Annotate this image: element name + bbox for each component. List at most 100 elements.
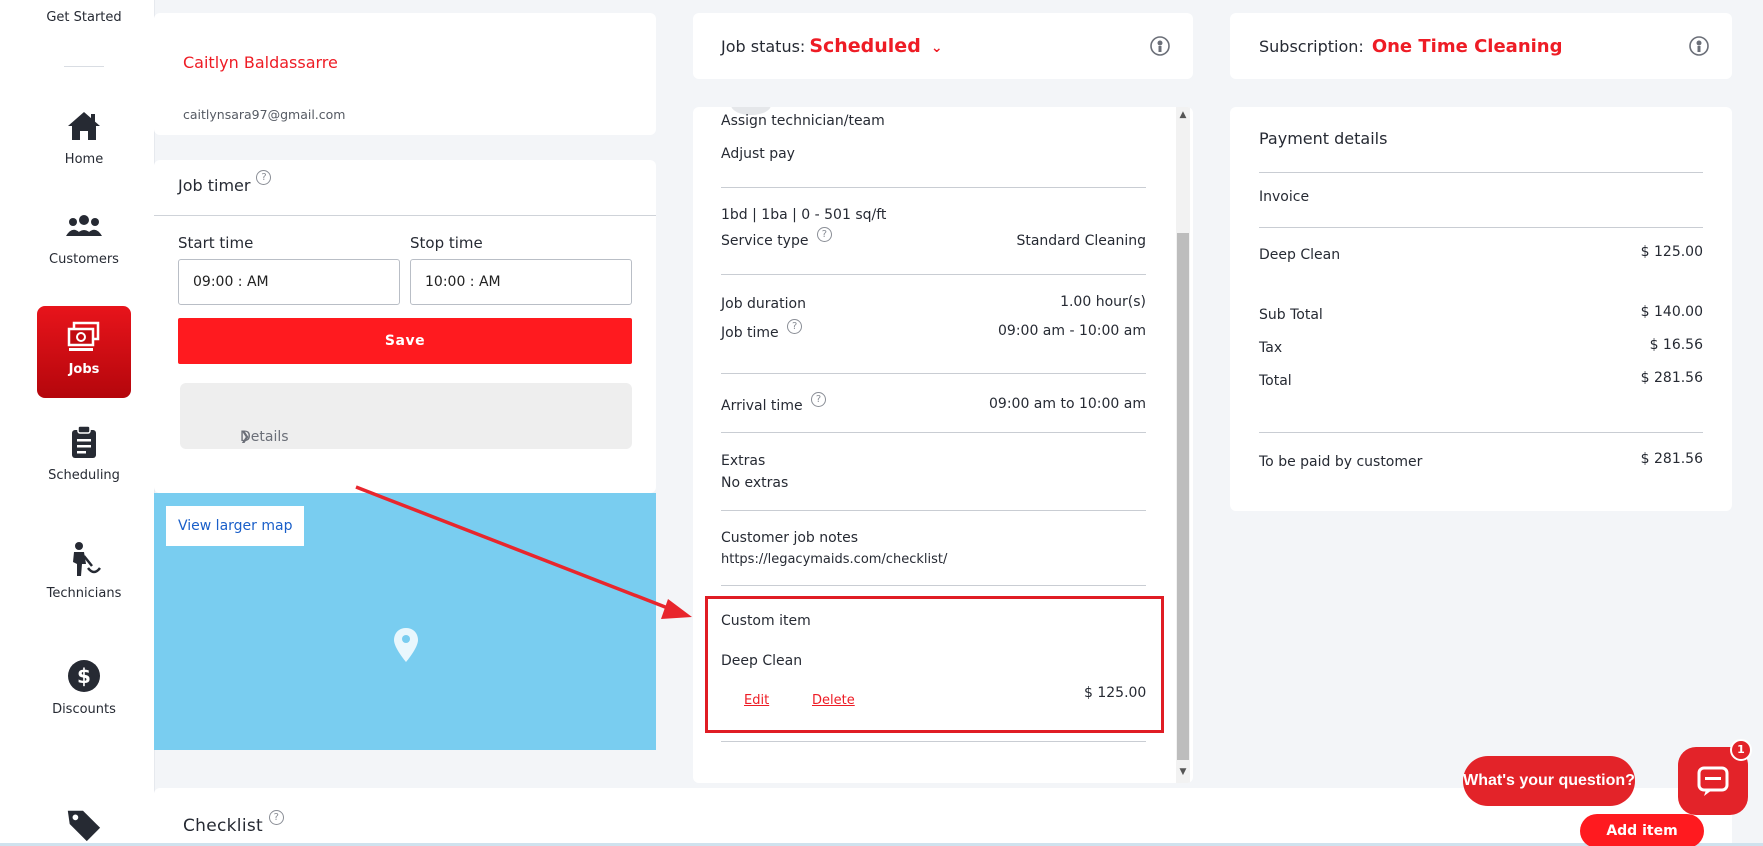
sidebar-item-label: Technicians	[46, 586, 122, 601]
home-icon	[68, 112, 100, 140]
checklist-title: Checklist?	[183, 810, 284, 836]
assign-technician-link[interactable]: Assign technician/team	[721, 113, 885, 129]
arrival-time-value: 09:00 am to 10:00 am	[989, 396, 1146, 412]
payment-line-value: $ 281.56	[1640, 451, 1703, 467]
extras-label: Extras	[721, 453, 766, 469]
divider	[721, 373, 1146, 374]
divider	[721, 432, 1146, 433]
job-status-card: Job status: Scheduled ⌄	[693, 13, 1193, 79]
help-icon[interactable]: ?	[811, 392, 827, 407]
jobs-icon	[67, 321, 100, 351]
subscription: Subscription: One Time Cleaning	[1259, 36, 1563, 57]
checklist-label: Checklist	[183, 816, 263, 836]
adjust-pay-link[interactable]: Adjust pay	[721, 146, 795, 162]
divider	[721, 741, 1146, 742]
job-status: Job status: Scheduled ⌄	[721, 35, 943, 57]
scroll-up-icon[interactable]: ▲	[1178, 110, 1188, 120]
payment-title: Payment details	[1259, 129, 1388, 148]
sidebar-divider	[64, 66, 104, 67]
start-time-label: Start time	[178, 234, 254, 252]
job-time-value: 09:00 am - 10:00 am	[998, 323, 1146, 339]
chat-prompt[interactable]: What's your question?	[1463, 756, 1635, 806]
sidebar-item-label: Scheduling	[48, 468, 120, 483]
sidebar-item-label: Discounts	[52, 702, 116, 717]
divider	[1259, 172, 1703, 173]
sidebar-item-label: Home	[64, 152, 104, 167]
payment-line-label: Deep Clean	[1259, 247, 1341, 263]
edit-link[interactable]: Edit	[744, 693, 769, 708]
sidebar-item-label: Jobs	[68, 362, 100, 377]
job-duration-value: 1.00 hour(s)	[1060, 294, 1146, 310]
payment-line-value: $ 140.00	[1640, 304, 1703, 320]
tag-icon[interactable]	[64, 805, 102, 843]
customer-card: Caitlyn Baldassarre caitlynsara97@gmail.…	[154, 13, 656, 135]
subscription-value[interactable]: One Time Cleaning	[1372, 36, 1563, 57]
payment-details-card: Payment details Invoice Deep Clean $ 125…	[1230, 107, 1732, 511]
dollar-icon: $	[68, 660, 100, 692]
payment-line-label: To be paid by customer	[1259, 454, 1423, 470]
subscription-card: Subscription: One Time Cleaning	[1230, 13, 1732, 79]
sidebar-item-scheduling[interactable]: Scheduling	[37, 412, 131, 504]
customer-name[interactable]: Caitlyn Baldassarre	[183, 53, 338, 72]
sidebar-item-label: Customers	[49, 252, 119, 267]
divider	[1259, 432, 1703, 433]
help-icon[interactable]: ?	[816, 227, 832, 242]
details-button[interactable]: Details ❯	[180, 383, 632, 449]
svg-text:$: $	[77, 664, 91, 688]
service-type-value: Standard Cleaning	[1016, 233, 1146, 249]
service-type-text: Service type	[721, 233, 809, 249]
help-icon[interactable]: ?	[256, 170, 272, 185]
payment-line-label: Sub Total	[1259, 307, 1323, 323]
payment-line-label: Total	[1259, 373, 1292, 389]
job-status-label: Job status:	[721, 37, 806, 56]
map[interactable]: View larger map	[154, 493, 656, 750]
divider	[154, 215, 656, 216]
clipboard-icon	[72, 425, 96, 458]
stop-time-input[interactable]: 10:00 : AM	[410, 259, 632, 305]
arrival-time-text: Arrival time	[721, 398, 803, 414]
job-time-label: Job time ?	[721, 319, 803, 341]
job-timer-title: Job timer?	[178, 170, 272, 195]
sidebar-item-discounts[interactable]: $ Discounts	[37, 646, 131, 738]
sidebar-item-jobs[interactable]: Jobs	[37, 306, 131, 398]
sidebar-item-home[interactable]: Home	[37, 96, 131, 188]
delete-link[interactable]: Delete	[812, 693, 855, 708]
custom-item-label: Custom item	[721, 613, 811, 629]
get-started-link[interactable]: Get Started	[0, 10, 168, 25]
customer-notes-label: Customer job notes	[721, 530, 859, 546]
sidebar-item-technicians[interactable]: Technicians	[37, 530, 131, 622]
extras-value: No extras	[721, 475, 789, 491]
custom-item-name: Deep Clean	[721, 653, 803, 669]
customers-icon	[66, 215, 102, 236]
divider	[721, 274, 1146, 275]
scrollbar[interactable]: ▲ ▼	[1176, 107, 1190, 783]
job-duration-label: Job duration	[721, 296, 806, 312]
start-time-input[interactable]: 09:00 : AM	[178, 259, 400, 305]
scrollbar-thumb[interactable]	[1177, 233, 1189, 760]
customer-notes-value: https://legacymaids.com/checklist/	[721, 552, 948, 567]
job-time-text: Job time	[721, 325, 779, 341]
view-larger-map-link[interactable]: View larger map	[166, 506, 305, 546]
divider	[721, 187, 1146, 188]
payment-line-value: $ 281.56	[1640, 370, 1703, 386]
save-button[interactable]: Save	[178, 318, 632, 364]
scroll-down-icon[interactable]: ▼	[1178, 767, 1188, 777]
job-details-card: Assign technician/team Adjust pay 1bd | …	[693, 107, 1193, 783]
invoice-label: Invoice	[1259, 189, 1310, 205]
divider	[721, 510, 1146, 511]
info-icon[interactable]	[1688, 35, 1710, 57]
map-pin-icon[interactable]	[392, 626, 420, 664]
technician-icon	[73, 542, 101, 576]
help-icon[interactable]: ?	[268, 810, 284, 825]
arrival-time-label: Arrival time ?	[721, 392, 827, 414]
info-icon[interactable]	[1149, 35, 1171, 57]
custom-item-price: $ 125.00	[1084, 685, 1147, 701]
divider	[721, 585, 1146, 586]
job-status-dropdown[interactable]: Scheduled	[809, 35, 921, 57]
chat-badge: 1	[1730, 739, 1752, 761]
add-item-button[interactable]: Add item	[1580, 814, 1704, 846]
sidebar-item-customers[interactable]: Customers	[37, 196, 131, 288]
help-icon[interactable]: ?	[787, 319, 803, 334]
chevron-down-icon[interactable]: ⌄	[931, 40, 943, 56]
custom-item-highlight: Custom item Deep Clean $ 125.00 Edit Del…	[705, 596, 1164, 733]
